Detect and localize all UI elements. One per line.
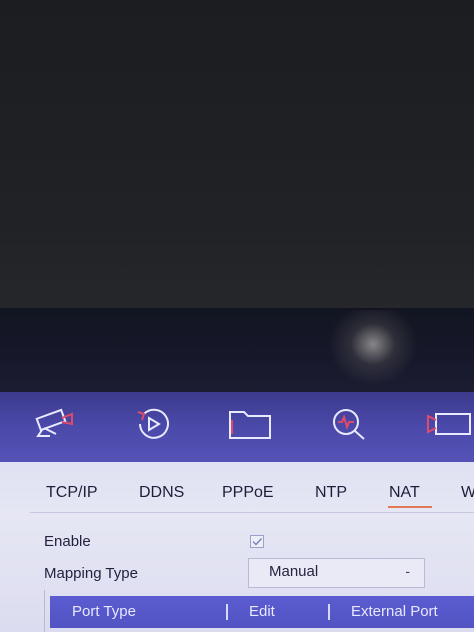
mapping-type-select[interactable]: Manual -: [248, 558, 425, 588]
port-table-header: Port Type Edit External Port: [50, 596, 474, 628]
video-camera-icon[interactable]: [424, 406, 474, 442]
checkmark-icon: [252, 538, 262, 546]
tab-more[interactable]: W: [461, 484, 474, 502]
tab-divider: [30, 512, 474, 513]
column-separator: [226, 604, 228, 620]
light-reflection: [328, 310, 418, 386]
dropdown-arrow-icon: -: [405, 563, 410, 579]
search-icon[interactable]: [326, 406, 374, 442]
folder-icon[interactable]: [226, 406, 274, 442]
monitor-screen-dark-area: [0, 0, 474, 312]
tab-ntp[interactable]: NTP: [315, 484, 347, 502]
network-settings-panel: TCP/IP DDNS PPPoE NTP NAT W Enable Mappi…: [0, 462, 474, 632]
tab-tcpip[interactable]: TCP/IP: [46, 484, 98, 502]
column-header-external-port[interactable]: External Port: [351, 603, 438, 620]
column-header-edit[interactable]: Edit: [249, 603, 275, 620]
mapping-type-value: Manual: [269, 563, 319, 580]
enable-checkbox[interactable]: [250, 535, 264, 548]
enable-label: Enable: [44, 533, 91, 550]
column-header-port-type[interactable]: Port Type: [72, 603, 136, 620]
tab-ddns[interactable]: DDNS: [139, 484, 184, 502]
active-tab-indicator: [388, 506, 432, 508]
tab-pppoe[interactable]: PPPoE: [222, 484, 274, 502]
main-toolbar: [0, 392, 474, 464]
column-separator: [328, 604, 330, 620]
camera-icon[interactable]: [32, 406, 80, 442]
network-tabs: TCP/IP DDNS PPPoE NTP NAT W: [0, 484, 474, 514]
tab-nat[interactable]: NAT: [389, 484, 420, 502]
mapping-type-label: Mapping Type: [44, 565, 138, 582]
playback-icon[interactable]: [130, 406, 178, 442]
